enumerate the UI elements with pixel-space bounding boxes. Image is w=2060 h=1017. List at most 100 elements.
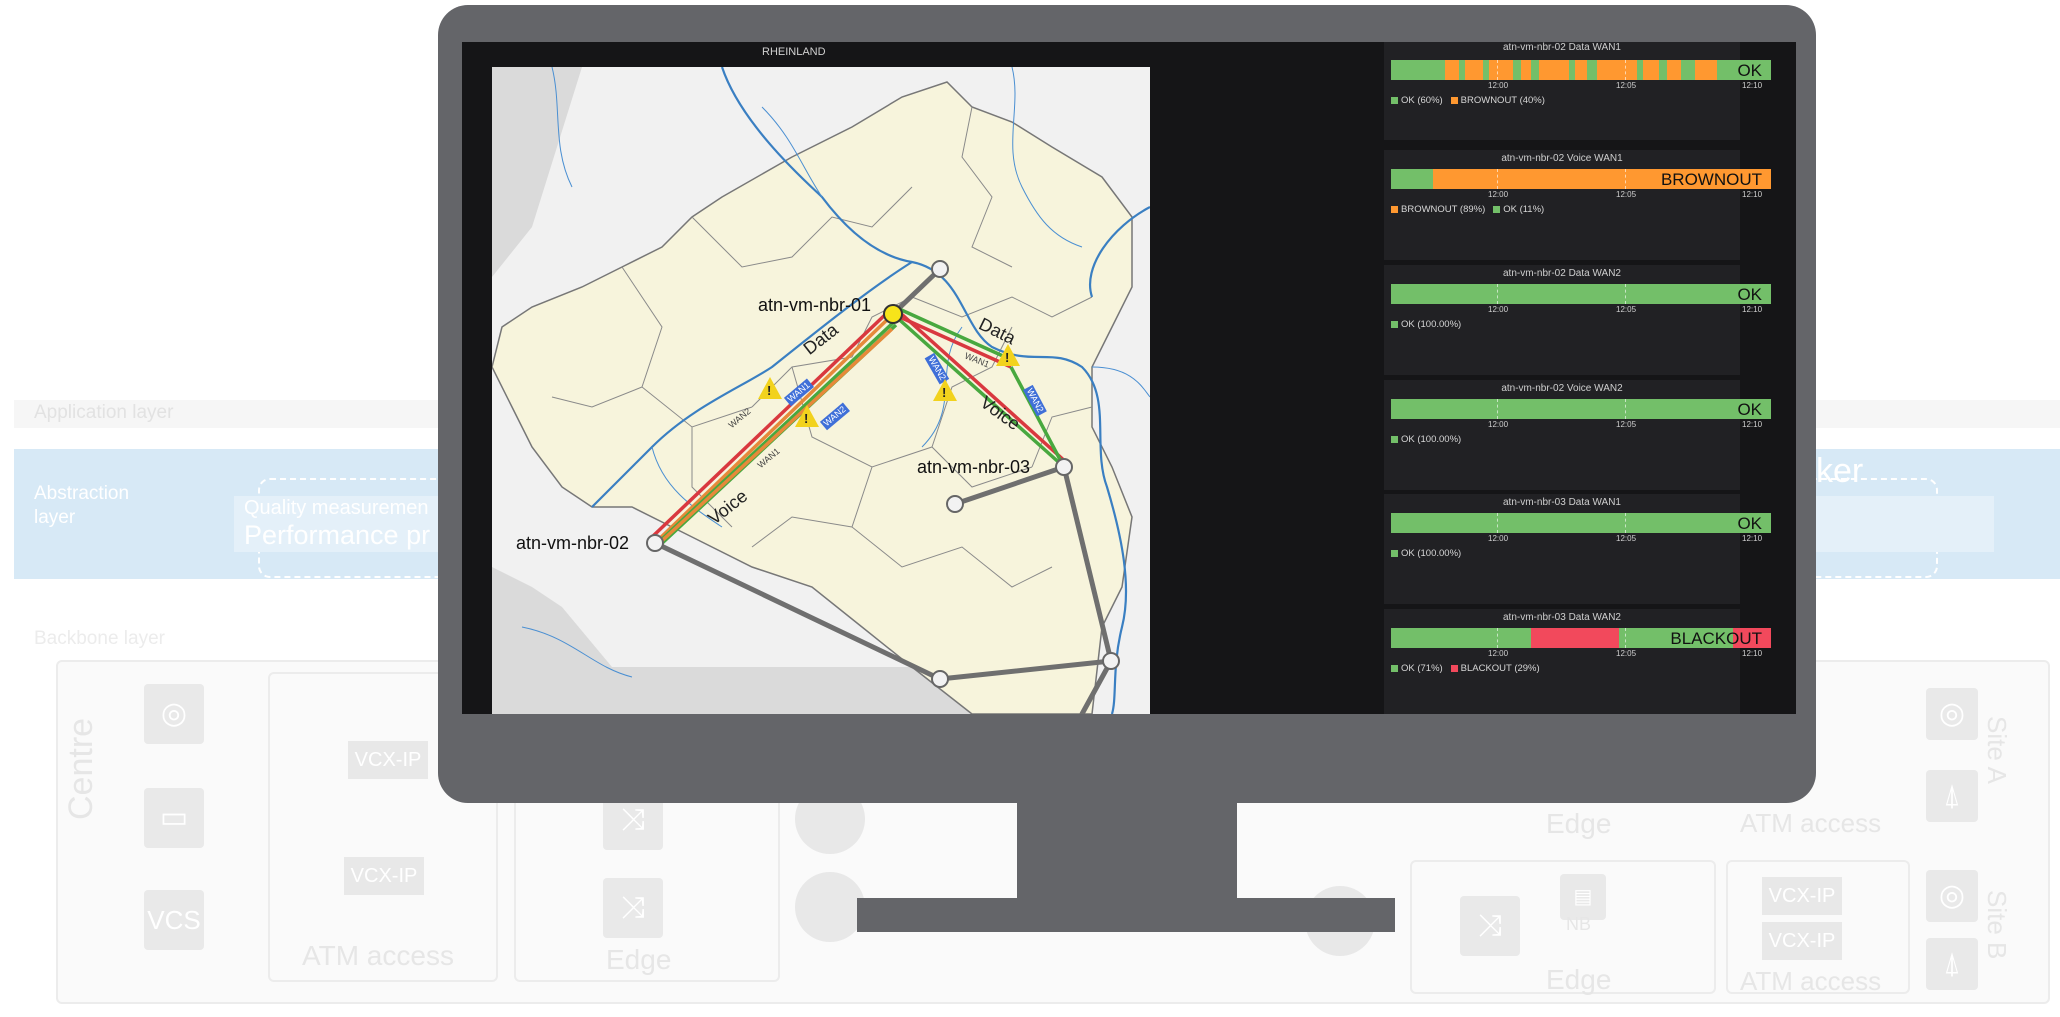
centre-label: Centre (62, 717, 100, 820)
map-region-label: RHEINLAND (762, 46, 826, 58)
status-panel[interactable]: atn-vm-nbr-02 Data WAN2 OK 12:00 12:05 1… (1384, 265, 1771, 375)
status-timeline-bar[interactable]: OK (1391, 513, 1771, 533)
monitor-stand-neck (1017, 800, 1237, 904)
performance-label: Performance pr (244, 520, 431, 550)
vcx-ip-badge: VCX-IP (344, 857, 424, 895)
panel-legend: OK (100.00%) (1391, 434, 1461, 445)
quality-measurement-label: Quality measuremen (244, 497, 429, 519)
legend-swatch (1391, 96, 1398, 104)
tick-label: 12:00 (1488, 81, 1509, 90)
edge-label: Edge (606, 944, 672, 975)
tick-label: 12:00 (1488, 534, 1509, 543)
legend-swatch (1391, 320, 1398, 328)
nb-label: NB (1566, 914, 1592, 934)
antenna-icon: ⍋ (1926, 770, 1978, 822)
node-atn-vm-nbr-03[interactable] (1055, 458, 1073, 476)
vcs-icon: VCS (144, 890, 204, 950)
edge-label: Edge (1546, 964, 1612, 995)
tick-label: 12:10 (1742, 190, 1763, 199)
panel-title: atn-vm-nbr-02 Data WAN2 (1503, 268, 1621, 279)
panel-legend: OK (100.00%) (1391, 319, 1461, 330)
tick-label: 12:05 (1616, 305, 1637, 314)
status-panel[interactable]: atn-vm-nbr-03 Data WAN1 OK 12:00 12:05 1… (1384, 494, 1771, 604)
status-panel[interactable]: atn-vm-nbr-02 Voice WAN2 OK 12:00 12:05 … (1384, 380, 1771, 490)
antenna-icon: ⍋ (1926, 938, 1978, 990)
vcs-label: VCS (147, 905, 201, 935)
vcx-ip-badge: VCX-IP (348, 741, 428, 779)
node-atn-vm-nbr-02[interactable] (646, 534, 664, 552)
status-timeline-bar[interactable]: OK (1391, 399, 1771, 419)
warning-triangle-icon[interactable]: ! (758, 377, 782, 399)
switch-icon: ⤨ (603, 878, 663, 938)
legend-item: OK (100.00%) (1401, 319, 1462, 330)
legend-swatch (1450, 96, 1458, 104)
dashboard-screen: RHEINLAND atn-vm-nbr-01 atn-vm-nbr-02 at… (462, 42, 1796, 714)
state-label: BLACKOUT (1670, 629, 1762, 648)
status-panel[interactable]: atn-vm-nbr-02 Data WAN1 OK 12:00 12:05 1… (1384, 42, 1771, 140)
legend-item: OK (11%) (1503, 204, 1545, 215)
tick-label: 12:10 (1742, 81, 1763, 90)
panel-legend: OK (71%) BLACKOUT (29%) (1391, 663, 1540, 674)
map-node[interactable] (931, 260, 949, 278)
warning-triangle-icon[interactable]: ! (795, 405, 819, 427)
tick-label: 12:05 (1616, 81, 1637, 90)
tick-label: 12:00 (1488, 190, 1509, 199)
radar-icon: ◎ (1926, 870, 1978, 922)
legend-item: OK (71%) (1401, 663, 1443, 674)
status-timeline-bar[interactable]: OK (1391, 60, 1771, 80)
warning-triangle-icon[interactable]: ! (996, 344, 1020, 366)
legend-item: OK (100.00%) (1401, 434, 1462, 445)
panel-title: atn-vm-nbr-02 Data WAN1 (1503, 42, 1621, 53)
atm-access-label: ATM access (1740, 966, 1882, 996)
map-canvas (492, 67, 1150, 714)
status-timeline-bar[interactable]: BLACKOUT (1391, 628, 1771, 648)
node-atn-vm-nbr-01[interactable] (883, 304, 903, 324)
vcx-ip-badge: VCX-IP (1762, 877, 1842, 915)
legend-item: BLACKOUT (29%) (1460, 663, 1540, 674)
network-map[interactable]: atn-vm-nbr-01 atn-vm-nbr-02 atn-vm-nbr-0… (492, 67, 1150, 714)
panel-legend: OK (100.00%) (1391, 548, 1461, 559)
vcx-ip-badge: VCX-IP (1762, 922, 1842, 960)
tick-label: 12:10 (1742, 534, 1763, 543)
status-timeline-bar[interactable]: OK (1391, 284, 1771, 304)
legend-swatch (1391, 664, 1398, 672)
node-label-nbr-01: atn-vm-nbr-01 (758, 295, 872, 315)
router-icon (795, 872, 865, 942)
monitor-stand-base (857, 898, 1395, 932)
status-panel[interactable]: atn-vm-nbr-03 Data WAN2 BLACKOUT 12:00 1… (1384, 609, 1771, 714)
status-panel[interactable]: atn-vm-nbr-02 Voice WAN1 BROWNOUT 12:00 … (1384, 150, 1771, 260)
panel-title: atn-vm-nbr-03 Data WAN2 (1503, 612, 1621, 623)
status-timeline-bar[interactable]: BROWNOUT (1391, 169, 1771, 189)
atm-access-label: ATM access (1740, 808, 1882, 838)
tick-label: 12:05 (1616, 534, 1637, 543)
legend-item: BROWNOUT (89%) (1401, 204, 1486, 215)
abstraction-layer-label: Abstraction layer (34, 483, 130, 528)
monitor-icon: ▭ (144, 788, 204, 848)
map-node[interactable] (946, 495, 964, 513)
legend-swatch (1391, 205, 1398, 213)
legend-swatch (1493, 205, 1501, 213)
tick-label: 12:00 (1488, 305, 1509, 314)
radar-icon: ◎ (144, 684, 204, 744)
node-label-nbr-03: atn-vm-nbr-03 (917, 457, 1031, 477)
monitor-frame: RHEINLAND atn-vm-nbr-01 atn-vm-nbr-02 at… (438, 5, 1816, 803)
panel-legend: BROWNOUT (89%) OK (11%) (1391, 204, 1544, 215)
map-node[interactable] (931, 670, 949, 688)
node-label-nbr-02: atn-vm-nbr-02 (516, 533, 630, 553)
tick-label: 12:10 (1742, 305, 1763, 314)
tick-label: 12:05 (1616, 190, 1637, 199)
switch-icon: ⤨ (1460, 896, 1520, 956)
backbone-layer-label: Backbone layer (34, 628, 165, 649)
tick-label: 12:00 (1488, 649, 1509, 658)
broker-label: ker (1816, 452, 1864, 490)
atm-access-label: ATM access (302, 940, 454, 971)
panel-legend: OK (60%) BROWNOUT (40%) (1391, 95, 1545, 106)
legend-swatch (1391, 435, 1398, 443)
map-node[interactable] (1102, 652, 1120, 670)
application-layer-label: Application layer (34, 402, 174, 423)
legend-item: BROWNOUT (40%) (1460, 95, 1545, 106)
legend-item: OK (60%) (1401, 95, 1443, 106)
warning-triangle-icon[interactable]: ! (933, 379, 957, 401)
site-a-label: Site A (1982, 716, 2012, 784)
state-label: OK (1737, 514, 1762, 533)
